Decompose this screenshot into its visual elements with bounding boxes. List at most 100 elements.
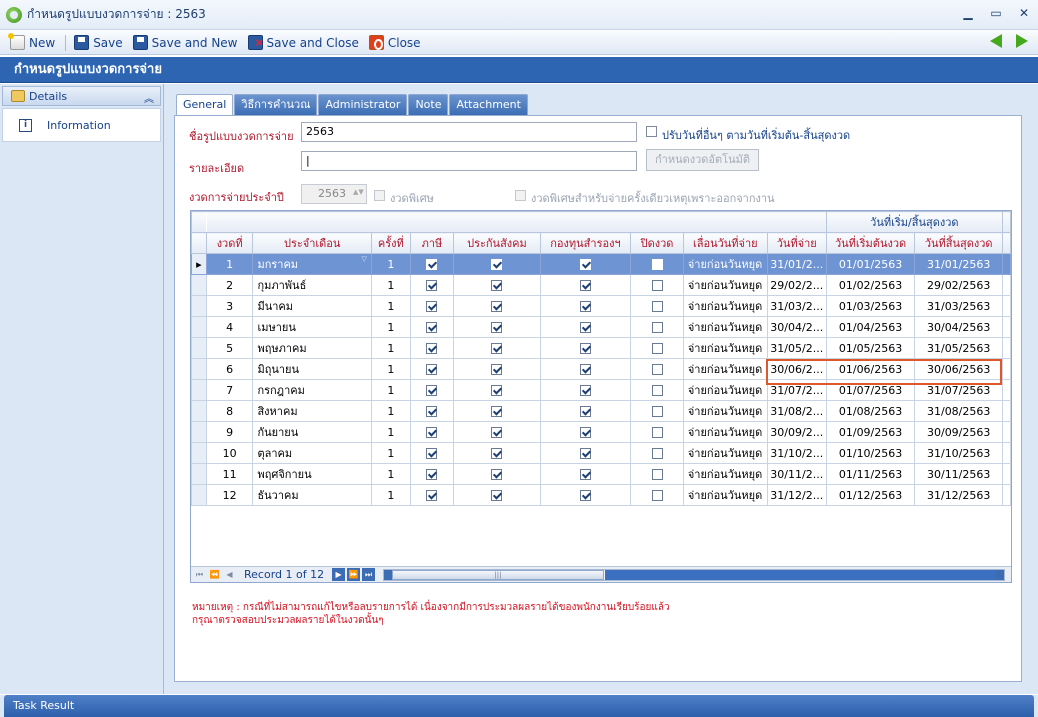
tax-checkbox[interactable] bbox=[426, 448, 438, 459]
social-security-checkbox[interactable] bbox=[491, 469, 503, 480]
start-date-cell[interactable]: 01/02/2563 bbox=[825, 274, 916, 296]
social-security-cell[interactable] bbox=[453, 358, 541, 380]
social-security-checkbox[interactable] bbox=[491, 343, 503, 354]
times-cell[interactable]: 1 bbox=[370, 442, 411, 464]
provident-fund-checkbox[interactable] bbox=[579, 385, 591, 396]
close-period-checkbox[interactable] bbox=[651, 259, 663, 270]
scroll-right-icon[interactable] bbox=[996, 570, 1004, 580]
table-row[interactable]: 9 กันยายน 1 จ่ายก่อนวันหยุด 30/09/2... 01/09/… bbox=[191, 421, 1011, 443]
table-row[interactable]: 12 ธันวาคม 1 จ่ายก่อนวันหยุด 31/12/2... 01/12… bbox=[191, 484, 1011, 506]
minimize-button[interactable]: ▁ bbox=[962, 6, 974, 20]
tax-cell[interactable] bbox=[409, 337, 455, 359]
period-number-cell[interactable]: 10 bbox=[205, 442, 254, 464]
end-date-cell[interactable]: 31/08/2563 bbox=[914, 400, 1003, 422]
special-period-checkbox[interactable] bbox=[374, 190, 385, 201]
provident-fund-cell[interactable] bbox=[539, 463, 632, 485]
social-security-checkbox[interactable] bbox=[491, 259, 503, 270]
provident-fund-cell[interactable] bbox=[539, 253, 632, 275]
pay-shift-cell[interactable]: จ่ายก่อนวันหยุด bbox=[682, 337, 768, 359]
times-cell[interactable]: 1 bbox=[370, 274, 411, 296]
period-number-cell[interactable]: 4 bbox=[205, 316, 254, 338]
tax-cell[interactable] bbox=[409, 442, 455, 464]
end-date-cell[interactable]: 31/10/2563 bbox=[914, 442, 1003, 464]
close-period-cell[interactable] bbox=[630, 379, 684, 401]
provident-fund-checkbox[interactable] bbox=[579, 301, 591, 312]
name-input[interactable]: 2563 bbox=[301, 122, 637, 142]
close-period-cell[interactable] bbox=[630, 295, 684, 317]
detail-input[interactable]: | bbox=[301, 151, 637, 171]
provident-fund-checkbox[interactable] bbox=[579, 259, 591, 270]
details-group-header[interactable]: Details ︽ bbox=[2, 86, 161, 106]
tax-checkbox[interactable] bbox=[426, 322, 438, 333]
start-date-cell[interactable]: 01/04/2563 bbox=[825, 316, 916, 338]
tax-cell[interactable] bbox=[409, 421, 455, 443]
end-date-cell[interactable]: 29/02/2563 bbox=[914, 274, 1003, 296]
new-button[interactable]: New bbox=[8, 33, 57, 52]
month-cell[interactable]: พฤศจิกายน bbox=[252, 463, 372, 485]
start-date-cell[interactable]: 01/03/2563 bbox=[825, 295, 916, 317]
pay-date-cell[interactable]: 30/04/2... bbox=[766, 316, 827, 338]
save-and-close-button[interactable]: Save and Close bbox=[246, 33, 361, 52]
social-security-checkbox[interactable] bbox=[491, 322, 503, 333]
provident-fund-cell[interactable] bbox=[539, 400, 632, 422]
end-date-cell[interactable]: 30/09/2563 bbox=[914, 421, 1003, 443]
close-period-cell[interactable] bbox=[630, 442, 684, 464]
last-record-icon[interactable]: ⏭ bbox=[362, 568, 376, 581]
social-security-cell[interactable] bbox=[453, 337, 541, 359]
social-security-cell[interactable] bbox=[453, 463, 541, 485]
table-row[interactable]: 11 พฤศจิกายน 1 จ่ายก่อนวันหยุด 30/11/2... 01/… bbox=[191, 463, 1011, 485]
tax-checkbox[interactable] bbox=[426, 427, 438, 438]
next-page-icon[interactable]: ⏩ bbox=[347, 568, 361, 581]
table-row[interactable]: 8 สิงหาคม 1 จ่ายก่อนวันหยุด 31/08/2... 01/08/… bbox=[191, 400, 1011, 422]
tax-checkbox[interactable] bbox=[426, 301, 438, 312]
close-button[interactable]: Close bbox=[367, 33, 423, 52]
tax-cell[interactable] bbox=[409, 484, 455, 506]
scroll-thumb[interactable]: ||| bbox=[392, 570, 604, 580]
column-header[interactable]: ภาษี bbox=[409, 232, 455, 254]
times-cell[interactable]: 1 bbox=[370, 379, 411, 401]
end-date-cell[interactable]: 31/01/2563 bbox=[914, 253, 1003, 275]
social-security-checkbox[interactable] bbox=[491, 427, 503, 438]
close-period-checkbox[interactable] bbox=[651, 406, 663, 417]
end-date-cell[interactable]: 31/03/2563 bbox=[914, 295, 1003, 317]
spinner-arrows-icon[interactable]: ▲▼ bbox=[353, 188, 364, 196]
month-cell[interactable]: มีนาคม bbox=[252, 295, 372, 317]
tab-calculation[interactable]: วิธีการคำนวณ bbox=[234, 94, 318, 115]
times-cell[interactable]: 1 bbox=[370, 400, 411, 422]
provident-fund-cell[interactable] bbox=[539, 442, 632, 464]
month-cell[interactable]: กันยายน bbox=[252, 421, 372, 443]
period-number-cell[interactable]: 12 bbox=[205, 484, 254, 506]
column-header[interactable]: กองทุนสำรองฯ bbox=[539, 232, 632, 254]
provident-fund-checkbox[interactable] bbox=[579, 322, 591, 333]
start-date-cell[interactable]: 01/12/2563 bbox=[825, 484, 916, 506]
table-row[interactable]: 2 กุมภาพันธ์ 1 จ่ายก่อนวันหยุด 29/02/2... 01/… bbox=[191, 274, 1011, 296]
prev-record-icon[interactable]: ◀ bbox=[223, 568, 236, 581]
times-cell[interactable]: 1 bbox=[370, 421, 411, 443]
tax-checkbox[interactable] bbox=[426, 469, 438, 480]
pay-date-cell[interactable]: 30/11/2... bbox=[766, 463, 827, 485]
provident-fund-checkbox[interactable] bbox=[579, 364, 591, 375]
close-period-checkbox[interactable] bbox=[651, 343, 663, 354]
table-row[interactable]: 3 มีนาคม 1 จ่ายก่อนวันหยุด 31/03/2... 01/03/2… bbox=[191, 295, 1011, 317]
save-and-new-button[interactable]: Save and New bbox=[131, 33, 240, 52]
column-header[interactable]: งวดที่ bbox=[205, 232, 254, 254]
period-number-cell[interactable]: 1 bbox=[205, 253, 254, 275]
period-number-cell[interactable]: 6 bbox=[205, 358, 254, 380]
tax-checkbox[interactable] bbox=[426, 406, 438, 417]
scroll-track[interactable] bbox=[605, 570, 997, 580]
social-security-cell[interactable] bbox=[453, 316, 541, 338]
start-date-cell[interactable]: 01/01/2563 bbox=[825, 253, 916, 275]
pay-shift-cell[interactable]: จ่ายก่อนวันหยุด bbox=[682, 379, 768, 401]
tax-cell[interactable] bbox=[409, 295, 455, 317]
column-header[interactable]: วันที่เริ่มต้นงวด bbox=[825, 232, 916, 254]
provident-fund-checkbox[interactable] bbox=[579, 427, 591, 438]
period-number-cell[interactable]: 9 bbox=[205, 421, 254, 443]
pay-date-cell[interactable]: 31/12/2... bbox=[766, 484, 827, 506]
tax-checkbox[interactable] bbox=[426, 259, 438, 270]
provident-fund-cell[interactable] bbox=[539, 316, 632, 338]
table-row[interactable]: 10 ตุลาคม 1 จ่ายก่อนวันหยุด 31/10/2... 01/10/… bbox=[191, 442, 1011, 464]
tax-cell[interactable] bbox=[409, 274, 455, 296]
social-security-checkbox[interactable] bbox=[491, 280, 503, 291]
dropdown-arrow-icon[interactable]: ▽ bbox=[362, 255, 367, 263]
times-cell[interactable]: 1 bbox=[370, 253, 411, 275]
